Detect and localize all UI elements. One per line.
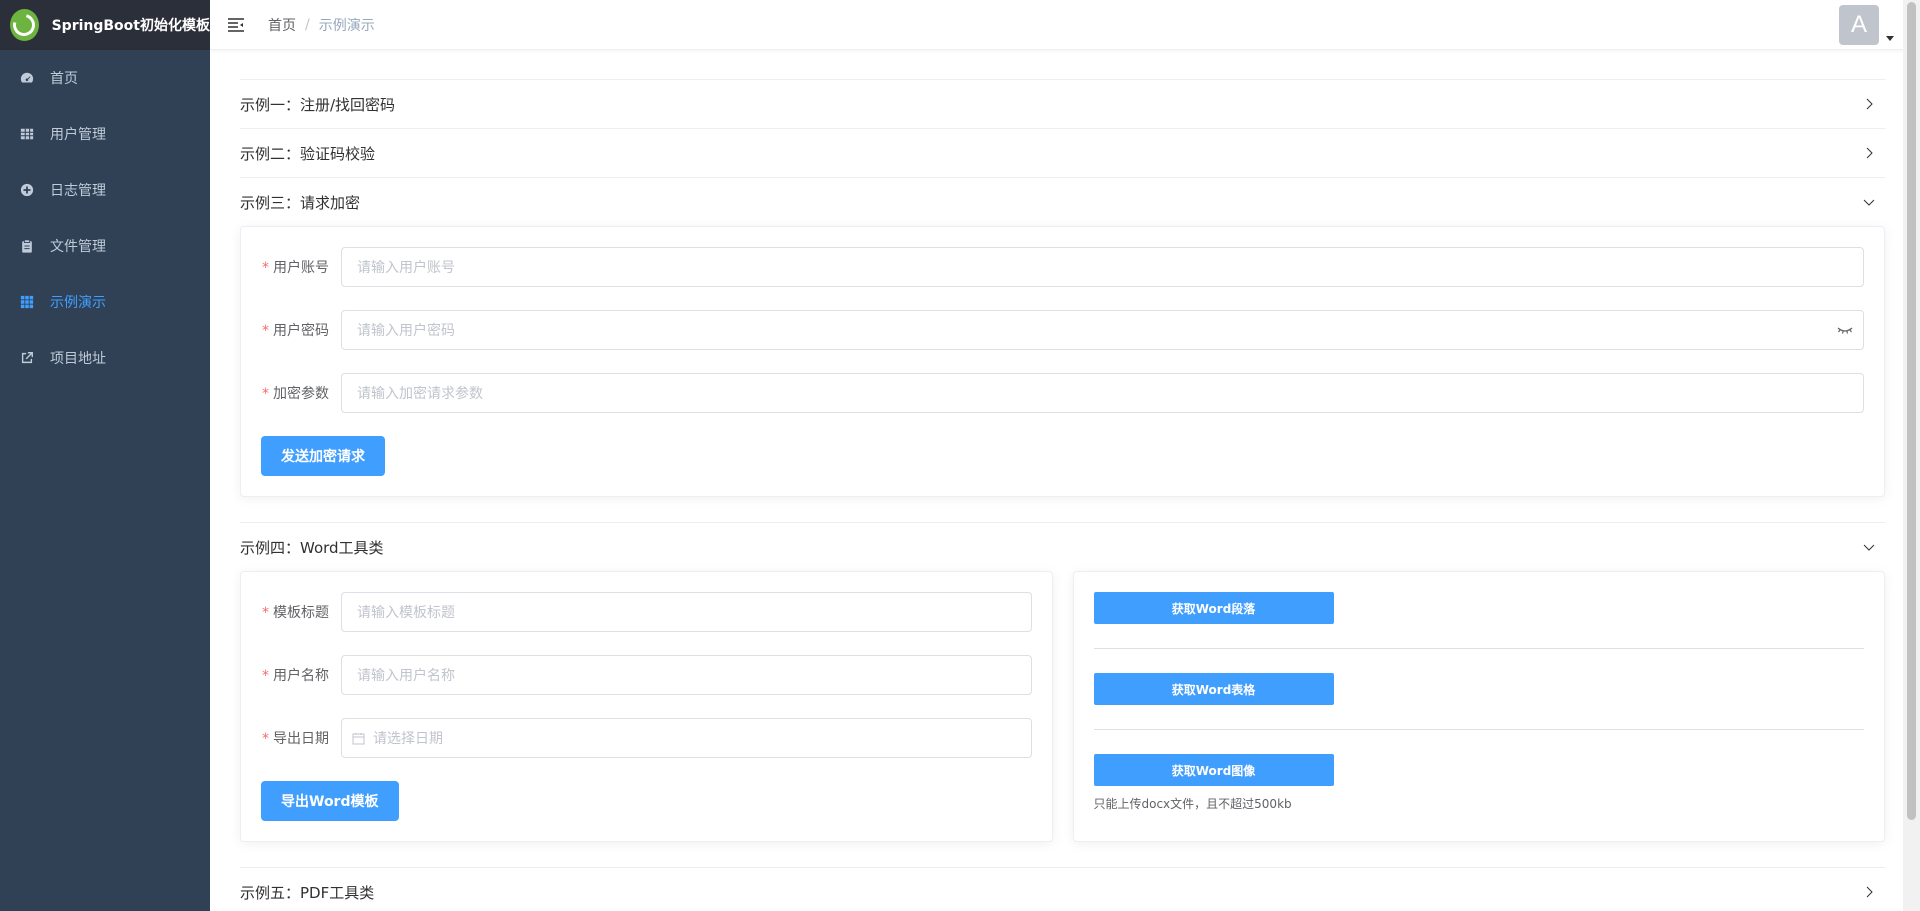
breadcrumb-current: 示例演示 <box>318 17 375 34</box>
collapse-item-ex2: 示例二：验证码校验 <box>240 129 1885 178</box>
caret-down-icon[interactable] <box>1886 36 1894 41</box>
account-input[interactable]: 请输入用户账号 <box>341 247 1864 287</box>
collapse-body-ex4: * 模板标题 请输入模板标题 * 用户名称 请输入用户名称 * 导出日期 请选择… <box>240 571 1885 867</box>
form-row-param: * 加密参数 请输入加密请求参数 <box>261 373 1864 413</box>
app-root: SpringBoot初始化模板 首页 用户管理 日志管理 文件管理 示例演示 项… <box>0 0 1920 911</box>
collapse-item-ex1: 示例一：注册/找回密码 <box>240 80 1885 129</box>
sidebar-item-label: 日志管理 <box>50 183 106 199</box>
sidebar: SpringBoot初始化模板 首页 用户管理 日志管理 文件管理 示例演示 项… <box>0 0 210 911</box>
sidebar-item-project[interactable]: 项目地址 <box>0 330 210 386</box>
breadcrumb-separator: / <box>305 16 310 33</box>
user-name-input[interactable]: 请输入用户名称 <box>341 655 1032 695</box>
eye-closed-icon[interactable] <box>1837 323 1853 337</box>
form-row-account: * 用户账号 请输入用户账号 <box>261 247 1864 287</box>
collapse-item-ex4: 示例四：Word工具类 * 模板标题 请输入模板标题 * 用户名称 请输入用户名… <box>240 523 1885 868</box>
app-title: SpringBoot初始化模板 <box>51 18 210 34</box>
chevron-down-icon <box>1863 199 1875 206</box>
sidebar-item-label: 文件管理 <box>50 239 106 255</box>
chevron-down-icon <box>1863 544 1875 551</box>
collapse-title: 示例二：验证码校验 <box>240 144 376 163</box>
required-mark: * <box>262 731 269 747</box>
password-input[interactable]: 请输入用户密码 <box>341 310 1864 350</box>
vertical-scrollbar[interactable] <box>1903 0 1920 911</box>
examples-collapse: 示例一：注册/找回密码 示例二：验证码校验 示例三：请求加密 * 用户账号 请输… <box>240 79 1885 911</box>
page-content: 示例一：注册/找回密码 示例二：验证码校验 示例三：请求加密 * 用户账号 请输… <box>210 50 1920 911</box>
user-menu[interactable]: A <box>1839 5 1894 45</box>
get-word-image-button[interactable]: 获取Word图像 <box>1093 754 1334 786</box>
sidebar-item-label: 用户管理 <box>50 127 106 143</box>
external-link-icon <box>20 351 34 365</box>
form-row-template-title: * 模板标题 请输入模板标题 <box>261 592 1032 632</box>
grid-icon <box>20 295 34 309</box>
sidebar-item-logs[interactable]: 日志管理 <box>0 162 210 218</box>
required-mark: * <box>262 386 269 402</box>
field-label: * 导出日期 <box>262 731 329 747</box>
divider <box>1093 648 1864 649</box>
send-encrypt-button[interactable]: 发送加密请求 <box>261 436 385 476</box>
word-export-card: * 模板标题 请输入模板标题 * 用户名称 请输入用户名称 * 导出日期 请选择… <box>240 571 1053 842</box>
get-word-table-button[interactable]: 获取Word表格 <box>1093 673 1334 705</box>
export-date-picker[interactable]: 请选择日期 <box>341 718 1032 758</box>
word-tools-split: * 模板标题 请输入模板标题 * 用户名称 请输入用户名称 * 导出日期 请选择… <box>240 571 1885 842</box>
field-label: * 用户账号 <box>262 260 329 276</box>
form-row-export-date: * 导出日期 请选择日期 <box>261 718 1032 758</box>
required-mark: * <box>262 323 269 339</box>
scrollbar-thumb[interactable] <box>1907 2 1916 820</box>
get-word-paragraph-button[interactable]: 获取Word段落 <box>1093 592 1334 624</box>
collapse-title: 示例三：请求加密 <box>240 193 361 212</box>
encrypt-form-card: * 用户账号 请输入用户账号 * 用户密码 请输入用户密码 * 加密参数 请输入… <box>240 226 1885 497</box>
sidebar-item-users[interactable]: 用户管理 <box>0 106 210 162</box>
sidebar-item-label: 项目地址 <box>50 351 106 367</box>
breadcrumb: 首页 / 示例演示 <box>268 15 375 35</box>
main-area: 首页 / 示例演示 A 示例一：注册/找回密码 示例二：验证码校验 示例三：请求… <box>210 0 1920 911</box>
collapse-header-ex3[interactable]: 示例三：请求加密 <box>240 178 1885 226</box>
navbar: 首页 / 示例演示 A <box>210 0 1920 50</box>
collapse-header-ex1[interactable]: 示例一：注册/找回密码 <box>240 80 1885 128</box>
field-label: * 用户密码 <box>262 323 329 339</box>
field-label: * 加密参数 <box>262 386 329 402</box>
required-mark: * <box>262 605 269 621</box>
breadcrumb-home[interactable]: 首页 <box>268 15 296 35</box>
collapse-title: 示例四：Word工具类 <box>240 538 384 557</box>
sidebar-item-files[interactable]: 文件管理 <box>0 218 210 274</box>
chevron-right-icon <box>1866 98 1873 110</box>
collapse-title: 示例一：注册/找回密码 <box>240 95 396 114</box>
sidebar-item-home[interactable]: 首页 <box>0 50 210 106</box>
log-icon <box>20 183 34 197</box>
collapse-header-ex5[interactable]: 示例五：PDF工具类 <box>240 868 1885 911</box>
calendar-icon <box>352 732 365 744</box>
sidebar-item-label: 首页 <box>50 71 78 87</box>
collapse-item-ex5: 示例五：PDF工具类 <box>240 868 1885 911</box>
form-row-user-name: * 用户名称 请输入用户名称 <box>261 655 1032 695</box>
chevron-right-icon <box>1866 147 1873 159</box>
export-word-button[interactable]: 导出Word模板 <box>261 781 399 821</box>
required-mark: * <box>262 668 269 684</box>
collapse-item-ex3: 示例三：请求加密 * 用户账号 请输入用户账号 * 用户密码 请输入用户密码 *… <box>240 178 1885 523</box>
clipboard-icon <box>20 239 34 253</box>
template-title-input[interactable]: 请输入模板标题 <box>341 592 1032 632</box>
required-mark: * <box>262 260 269 276</box>
dashboard-icon <box>20 71 34 85</box>
collapse-header-ex2[interactable]: 示例二：验证码校验 <box>240 129 1885 177</box>
upload-tip: 只能上传docx文件，且不超过500kb <box>1093 797 1292 811</box>
encrypt-param-input[interactable]: 请输入加密请求参数 <box>341 373 1864 413</box>
sidebar-item-examples[interactable]: 示例演示 <box>0 274 210 330</box>
sidebar-item-label: 示例演示 <box>50 295 106 311</box>
sidebar-menu: 首页 用户管理 日志管理 文件管理 示例演示 项目地址 <box>0 50 210 386</box>
divider <box>1093 729 1864 730</box>
field-label: * 用户名称 <box>262 668 329 684</box>
hamburger-icon[interactable] <box>226 15 246 35</box>
field-label: * 模板标题 <box>262 605 329 621</box>
collapse-title: 示例五：PDF工具类 <box>240 883 375 902</box>
chevron-right-icon <box>1866 886 1873 898</box>
avatar[interactable]: A <box>1839 5 1879 45</box>
sidebar-logo[interactable]: SpringBoot初始化模板 <box>0 0 210 50</box>
table-icon <box>20 127 34 141</box>
spring-logo-icon <box>10 9 39 41</box>
form-row-password: * 用户密码 请输入用户密码 <box>261 310 1864 350</box>
collapse-header-ex4[interactable]: 示例四：Word工具类 <box>240 523 1885 571</box>
collapse-body-ex3: * 用户账号 请输入用户账号 * 用户密码 请输入用户密码 * 加密参数 请输入… <box>240 226 1885 522</box>
word-reader-card: 获取Word段落 获取Word表格 获取Word图像 只能上传docx文件，且不… <box>1072 571 1885 842</box>
